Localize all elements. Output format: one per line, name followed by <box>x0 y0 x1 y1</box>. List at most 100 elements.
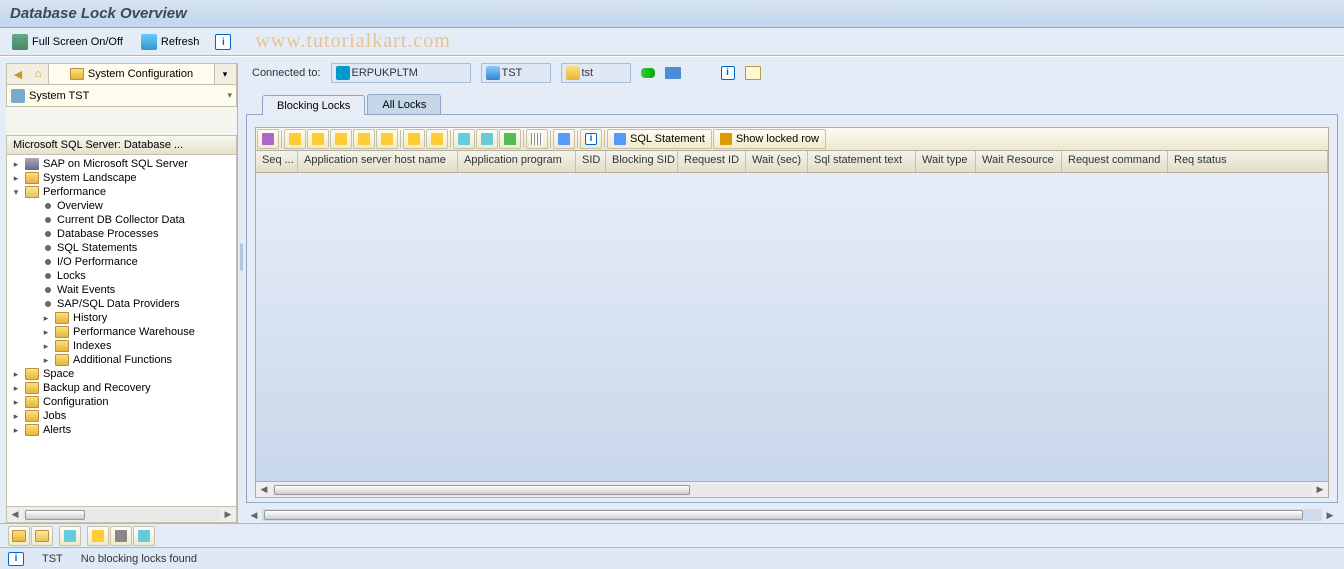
copy-button[interactable] <box>59 526 81 546</box>
save-icon <box>92 530 104 542</box>
find-button[interactable] <box>330 129 352 149</box>
tree-node-wait-events[interactable]: Wait Events <box>7 283 236 297</box>
tree-node-system-landscape[interactable]: ▸ System Landscape <box>7 171 236 185</box>
col-host[interactable]: Application server host name <box>298 151 458 172</box>
delete-button[interactable] <box>110 526 132 546</box>
refresh-button[interactable]: Refresh <box>139 32 202 52</box>
tree-node-jobs[interactable]: ▸Jobs <box>7 409 236 423</box>
filter-button[interactable] <box>353 129 375 149</box>
info-icon: i <box>8 552 24 566</box>
tab-blocking-locks[interactable]: Blocking Locks <box>262 95 365 115</box>
open-folder-button[interactable] <box>31 526 53 546</box>
analyze-icon[interactable] <box>745 66 761 80</box>
scroll-left-icon[interactable]: ◀ <box>7 509 23 520</box>
search-icon <box>614 133 626 145</box>
bullet-icon <box>45 259 51 265</box>
grid-body[interactable] <box>255 173 1329 482</box>
sort-desc-button[interactable] <box>307 129 329 149</box>
tree-label: Wait Events <box>57 284 115 296</box>
scroll-right-icon[interactable]: ▶ <box>1322 510 1338 521</box>
save-bottom-button[interactable] <box>87 526 109 546</box>
status-bar: i TST No blocking locks found <box>0 547 1344 569</box>
graphic-button[interactable] <box>553 129 575 149</box>
col-sql-text[interactable]: Sql statement text <box>808 151 916 172</box>
col-wait-sec[interactable]: Wait (sec) <box>746 151 808 172</box>
folder-icon <box>12 530 26 542</box>
sql-statement-button[interactable]: SQL Statement <box>607 129 712 149</box>
tree-node-additional-fn[interactable]: ▸Additional Functions <box>7 353 236 367</box>
tree-node-performance[interactable]: ▾ Performance <box>7 185 236 199</box>
tree-node-space[interactable]: ▸Space <box>7 367 236 381</box>
tree-node-perf-warehouse[interactable]: ▸Performance Warehouse <box>7 325 236 339</box>
col-request-cmd[interactable]: Request command <box>1062 151 1168 172</box>
scroll-track[interactable] <box>262 509 1322 521</box>
col-wait-type[interactable]: Wait type <box>916 151 976 172</box>
subtotal-button[interactable] <box>426 129 448 149</box>
system-selector[interactable]: System TST ▾ <box>6 85 237 107</box>
col-wait-resource[interactable]: Wait Resource <box>976 151 1062 172</box>
show-locked-row-button[interactable]: Show locked row <box>713 129 826 149</box>
tree-node-backup[interactable]: ▸Backup and Recovery <box>7 381 236 395</box>
sort-asc-button[interactable] <box>284 129 306 149</box>
tree-node-history[interactable]: ▸History <box>7 311 236 325</box>
client-input[interactable] <box>582 67 622 79</box>
col-sid[interactable]: SID <box>576 151 606 172</box>
scroll-right-icon[interactable]: ▶ <box>220 509 236 520</box>
tree-node-sql-statements[interactable]: SQL Statements <box>7 241 236 255</box>
grid-hscroll[interactable]: ◀ ▶ <box>255 482 1329 498</box>
col-request-id[interactable]: Request ID <box>678 151 746 172</box>
export-button[interactable] <box>499 129 521 149</box>
sum-button[interactable] <box>403 129 425 149</box>
info-icon[interactable]: i <box>721 66 735 80</box>
fullscreen-icon <box>12 34 28 50</box>
scroll-thumb[interactable] <box>274 485 690 495</box>
tab-all-locks[interactable]: All Locks <box>367 94 441 114</box>
bullet-icon <box>45 231 51 237</box>
tree-node-sapsql-providers[interactable]: SAP/SQL Data Providers <box>7 297 236 311</box>
view-button[interactable] <box>476 129 498 149</box>
chip-icon[interactable] <box>665 67 681 79</box>
new-folder-button[interactable] <box>8 526 30 546</box>
scroll-track[interactable] <box>272 484 1312 496</box>
sidebar-home-button[interactable]: ⌂ <box>28 65 48 83</box>
scroll-left-icon[interactable]: ◀ <box>256 484 272 495</box>
grid-info-button[interactable]: i <box>580 129 602 149</box>
tree-node-io-performance[interactable]: I/O Performance <box>7 255 236 269</box>
sidebar-back-button[interactable]: ◀ <box>8 65 28 83</box>
tree-node-sap-mssql[interactable]: ▸ SAP on Microsoft SQL Server <box>7 157 236 171</box>
tree-node-config[interactable]: ▸Configuration <box>7 395 236 409</box>
scroll-left-icon[interactable]: ◀ <box>246 510 262 521</box>
sql-label: SQL Statement <box>630 133 705 145</box>
print-button[interactable] <box>453 129 475 149</box>
splitter[interactable] <box>238 57 246 523</box>
sidebar-dropdown-button[interactable]: ▾ <box>215 65 235 83</box>
tree-node-indexes[interactable]: ▸Indexes <box>7 339 236 353</box>
scroll-thumb[interactable] <box>25 510 85 520</box>
tree-node-locks[interactable]: Locks <box>7 269 236 283</box>
layout-button[interactable] <box>526 129 548 149</box>
bullet-icon <box>45 245 51 251</box>
print-bottom-button[interactable] <box>133 526 155 546</box>
scroll-thumb[interactable] <box>264 510 1303 520</box>
col-seq[interactable]: Seq ... <box>256 151 298 172</box>
folder-icon <box>25 410 39 422</box>
col-req-status[interactable]: Req status <box>1168 151 1328 172</box>
details-button[interactable] <box>257 129 279 149</box>
sidebar-hscroll[interactable]: ◀ ▶ <box>6 507 237 523</box>
host-input[interactable] <box>352 67 432 79</box>
tree-node-db-processes[interactable]: Database Processes <box>7 227 236 241</box>
col-blocking-sid[interactable]: Blocking SID <box>606 151 678 172</box>
info-icon[interactable]: i <box>215 34 231 50</box>
scroll-right-icon[interactable]: ▶ <box>1312 484 1328 495</box>
content-hscroll[interactable]: ◀ ▶ <box>246 507 1338 523</box>
filter-clear-button[interactable] <box>376 129 398 149</box>
system-configuration-button[interactable]: System Configuration <box>48 64 215 84</box>
tree-node-overview[interactable]: Overview <box>7 199 236 213</box>
tree-node-alerts[interactable]: ▸Alerts <box>7 423 236 437</box>
scroll-track[interactable] <box>23 509 220 521</box>
folder-icon <box>55 340 69 352</box>
sid-input[interactable] <box>502 67 542 79</box>
tree-node-db-collector[interactable]: Current DB Collector Data <box>7 213 236 227</box>
col-program[interactable]: Application program <box>458 151 576 172</box>
fullscreen-button[interactable]: Full Screen On/Off <box>10 32 125 52</box>
